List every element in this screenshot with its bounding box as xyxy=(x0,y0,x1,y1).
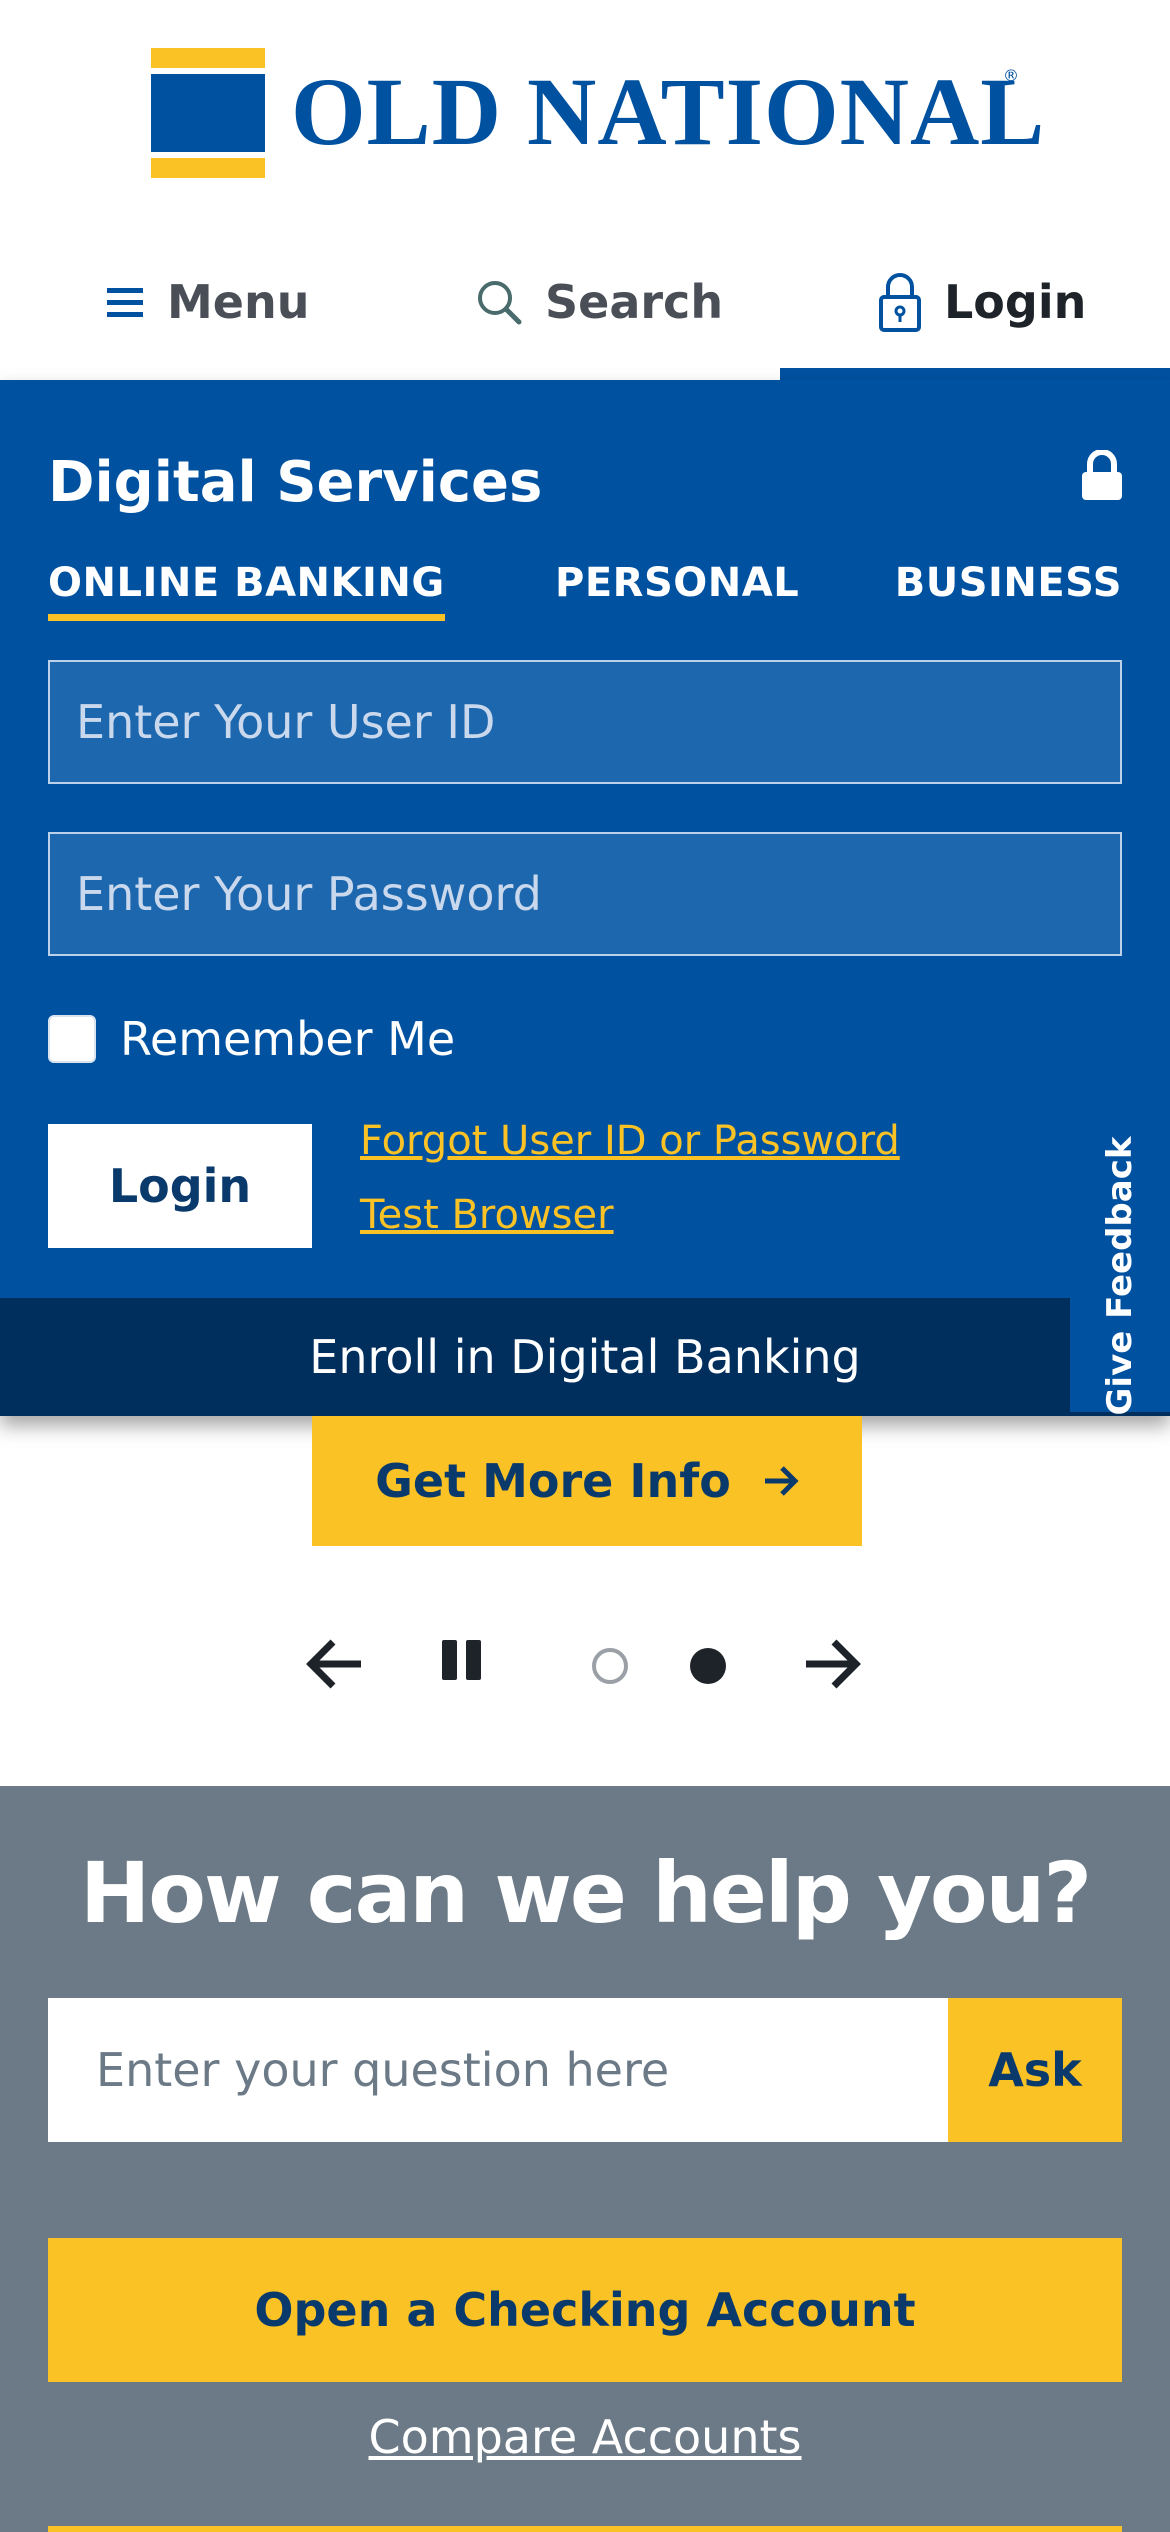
login-nav-label: Login xyxy=(944,275,1087,329)
remember-me: Remember Me xyxy=(48,1012,455,1066)
logo-text: OLD NATIONAL xyxy=(291,58,1046,165)
tab-online-banking[interactable]: ONLINE BANKING xyxy=(48,560,445,621)
forgot-credentials-link[interactable]: Forgot User ID or Password xyxy=(360,1118,900,1164)
padlock-icon xyxy=(878,271,922,333)
arrow-right-icon xyxy=(763,1465,799,1497)
search-icon xyxy=(475,278,523,326)
carousel-controls xyxy=(0,1628,1170,1708)
help-section: How can we help you? Enter your question… xyxy=(0,1786,1170,2532)
ask-button[interactable]: Ask xyxy=(948,1998,1122,2142)
search-label: Search xyxy=(545,275,724,329)
tab-business[interactable]: BUSINESS xyxy=(895,560,1122,606)
get-more-info-button[interactable]: Get More Info xyxy=(312,1416,862,1546)
carousel-prev-arrow-icon[interactable] xyxy=(305,1638,365,1690)
give-feedback-label: Give Feedback xyxy=(1100,1136,1140,1416)
give-feedback-tab[interactable]: Give Feedback xyxy=(1070,1137,1170,1415)
login-submit-button[interactable]: Login xyxy=(48,1124,312,1248)
tab-personal[interactable]: PERSONAL xyxy=(555,560,799,606)
compare-accounts-link[interactable]: Compare Accounts xyxy=(0,2410,1170,2464)
carousel-next-arrow-icon[interactable] xyxy=(802,1638,862,1690)
lock-icon xyxy=(1080,449,1124,506)
hamburger-menu-icon xyxy=(105,286,145,318)
test-browser-link[interactable]: Test Browser xyxy=(360,1192,614,1238)
login-nav-button[interactable]: Login xyxy=(878,262,1086,342)
search-button[interactable]: Search xyxy=(475,262,723,342)
password-input[interactable]: Enter Your Password xyxy=(48,832,1122,956)
get-more-info-label: Get More Info xyxy=(375,1454,731,1508)
open-checking-account-button[interactable]: Open a Checking Account xyxy=(48,2238,1122,2382)
carousel-dot-2-active[interactable] xyxy=(690,1648,726,1684)
enroll-digital-banking-button[interactable]: Enroll in Digital Banking xyxy=(0,1298,1170,1416)
digital-services-panel: Digital Services ONLINE BANKING PERSONAL… xyxy=(0,380,1170,1416)
panel-title: Digital Services xyxy=(48,450,543,515)
registered-mark: ® xyxy=(1003,66,1019,85)
menu-label: Menu xyxy=(167,275,310,329)
top-navigation: Menu Search Login xyxy=(0,240,1170,380)
user-id-input[interactable]: Enter Your User ID xyxy=(48,660,1122,784)
menu-button[interactable]: Menu xyxy=(105,262,309,342)
carousel-pause-icon[interactable] xyxy=(440,1638,484,1682)
next-button-edge xyxy=(48,2526,1122,2532)
question-input[interactable]: Enter your question here xyxy=(48,1998,948,2142)
remember-me-checkbox[interactable] xyxy=(48,1015,96,1063)
remember-me-label: Remember Me xyxy=(120,1012,456,1066)
help-title: How can we help you? xyxy=(79,1844,1092,1942)
logo-mark xyxy=(151,48,265,178)
active-nav-indicator xyxy=(780,368,1170,380)
carousel-dot-1[interactable] xyxy=(592,1648,628,1684)
old-national-logo[interactable]: OLD NATIONAL ® xyxy=(151,48,1044,178)
panel-tabs: ONLINE BANKING PERSONAL BUSINESS xyxy=(48,560,1122,621)
